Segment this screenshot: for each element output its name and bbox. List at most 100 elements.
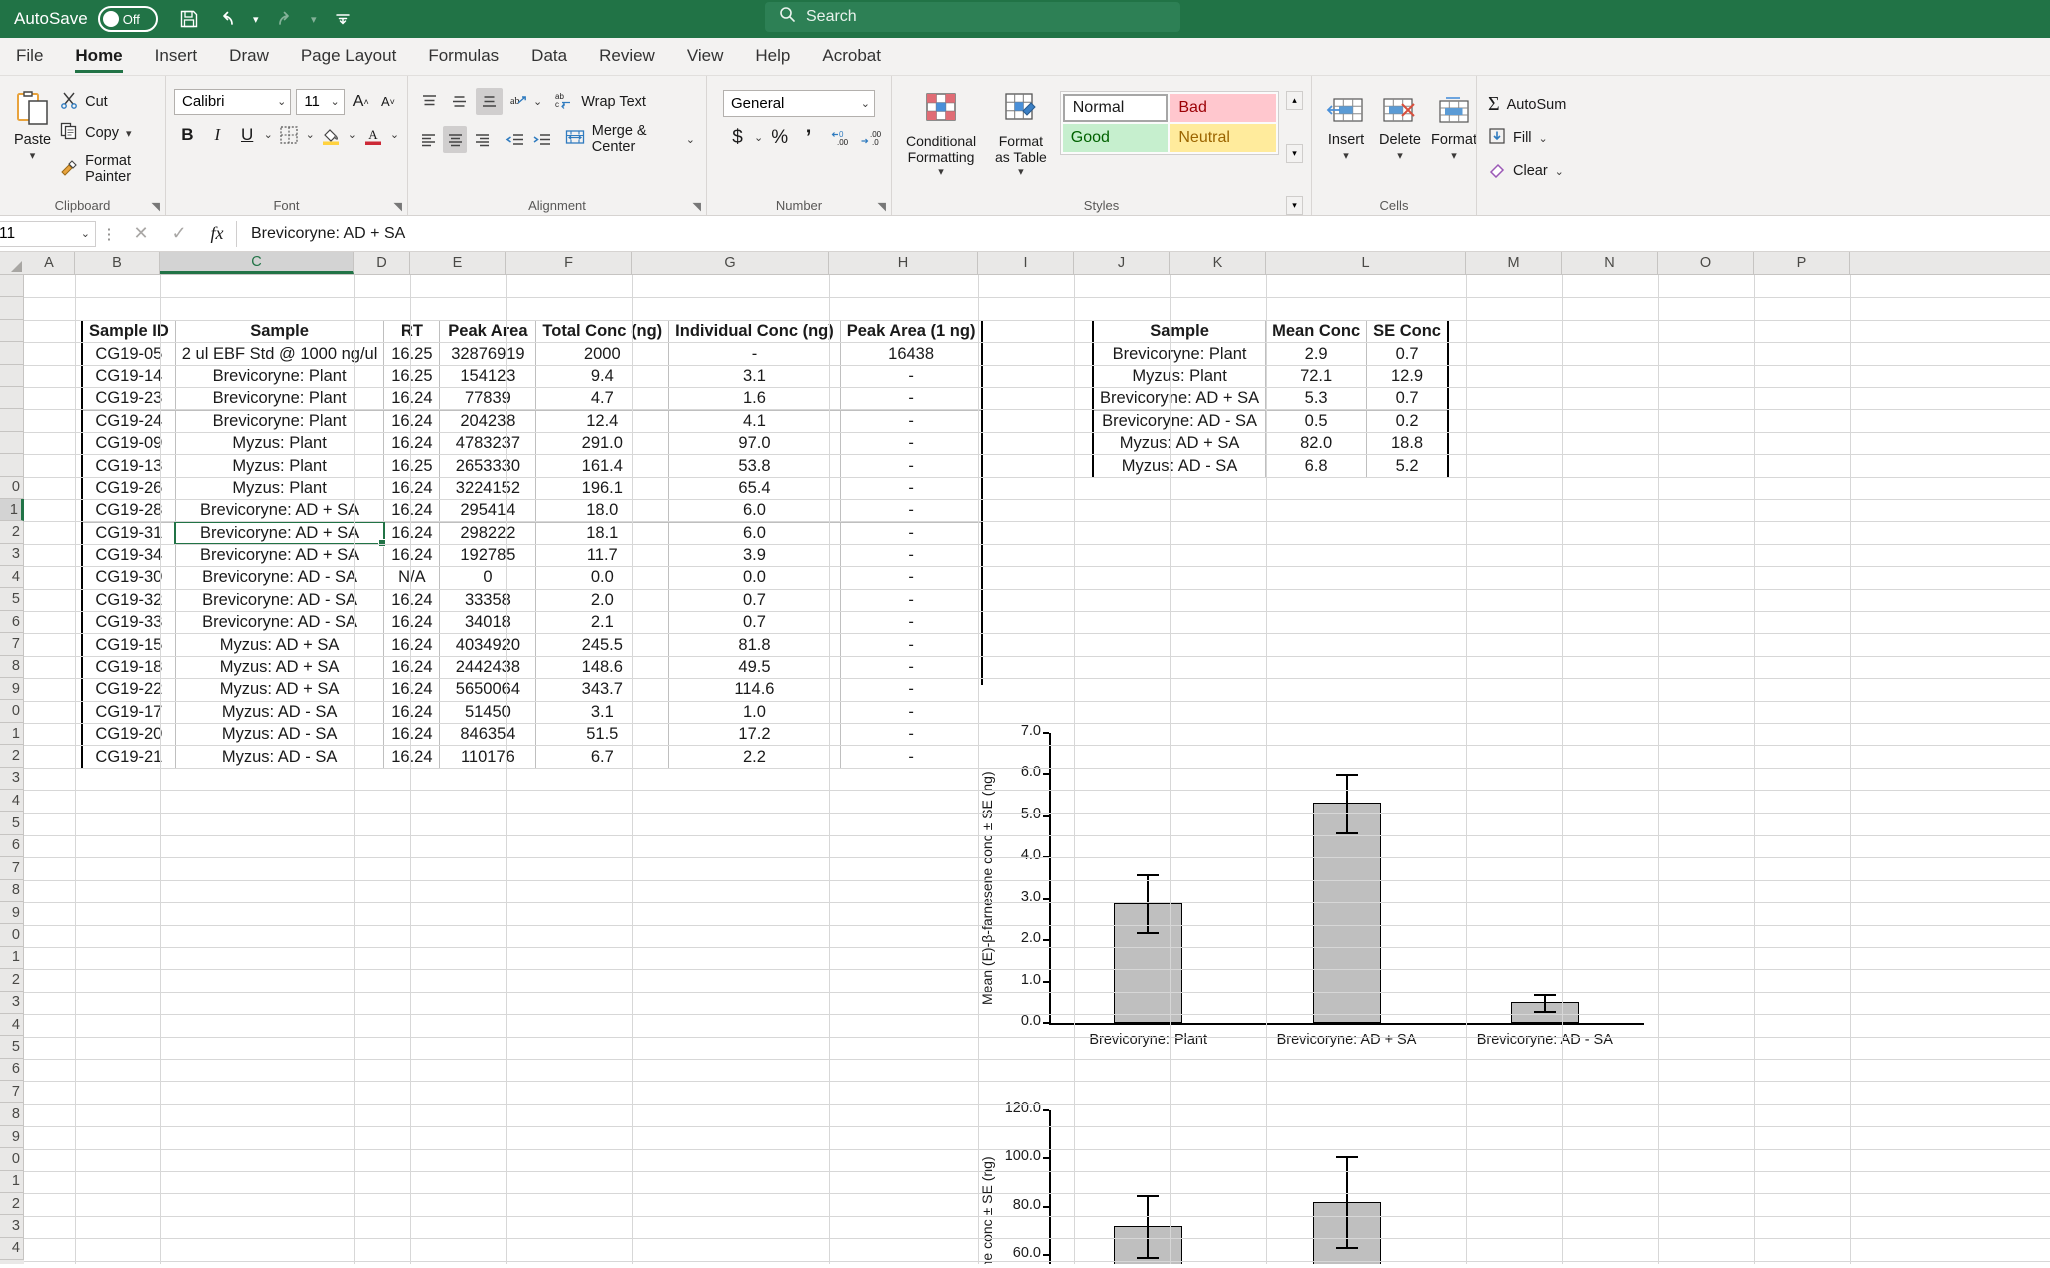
table-cell[interactable]: CG19-15	[80, 633, 176, 657]
copy-button[interactable]: Copy ▾	[57, 120, 157, 146]
table-cell[interactable]: Myzus: AD + SA	[174, 678, 385, 702]
table-row[interactable]: CG19-33 Brevicoryne: AD - SA 16.24 34018 2.1…	[80, 611, 984, 635]
table-cell[interactable]: 81.8	[668, 633, 841, 657]
comma-style-button[interactable]: ’	[796, 124, 821, 151]
table-cell[interactable]: 34018	[439, 611, 537, 635]
table-cell[interactable]: 2.2	[668, 745, 841, 769]
table-cell[interactable]: CG19-18	[80, 655, 176, 680]
row-header[interactable]	[0, 342, 24, 365]
table-cell[interactable]: 1.6	[668, 387, 841, 411]
summary-cell[interactable]: 12.9	[1366, 364, 1450, 389]
redo-dropdown-caret-icon[interactable]: ▾	[304, 0, 324, 38]
table-cell[interactable]: 110176	[439, 745, 537, 769]
summary-cell[interactable]: Myzus: AD + SA	[1092, 431, 1267, 456]
row-header[interactable]	[0, 409, 24, 432]
table-cell[interactable]: 16.24	[383, 745, 441, 769]
row-header[interactable]	[0, 431, 24, 455]
row-header[interactable]: 9	[0, 678, 24, 701]
row-header[interactable]: 1	[0, 1170, 24, 1194]
table-cell[interactable]: 196.1	[535, 476, 670, 501]
cell-style-good[interactable]: Good	[1062, 124, 1169, 152]
font-name-select[interactable]: Calibri ⌄	[174, 88, 292, 115]
table-cell[interactable]: Brevicoryne: Plant	[174, 364, 385, 389]
table-cell[interactable]: 3.1	[668, 364, 841, 389]
format-as-table-caret-icon[interactable]: ▾	[1018, 166, 1024, 179]
table-row[interactable]: CG19-20 Myzus: AD - SA 16.24 846354 51.5 17.2…	[80, 723, 984, 747]
table-cell[interactable]: 295414	[439, 499, 537, 523]
row-header[interactable]: 1	[0, 946, 24, 970]
align-middle-icon[interactable]	[446, 88, 473, 115]
number-dialog-launcher-icon[interactable]: ◥	[878, 200, 886, 213]
cell-style-bad[interactable]: Bad	[1170, 94, 1276, 122]
increase-indent-icon[interactable]	[529, 126, 553, 153]
fill-button[interactable]: Fill ⌄	[1485, 125, 1588, 151]
table-row[interactable]: CG19-05 2 ul EBF Std @ 1000 ng/ul 16.25 328…	[80, 342, 984, 366]
row-header[interactable]: 2	[0, 969, 24, 992]
table-cell[interactable]: CG19-13	[80, 454, 176, 478]
table-cell[interactable]: N/A	[383, 566, 441, 590]
table-cell[interactable]: 2.1	[535, 611, 670, 635]
table-cell[interactable]: 9.4	[535, 364, 670, 389]
table-cell[interactable]: CG19-30	[80, 566, 176, 590]
table-cell[interactable]: -	[839, 633, 984, 657]
tab-formulas[interactable]: Formulas	[412, 40, 515, 75]
table-cell[interactable]: 16.24	[383, 521, 441, 545]
alignment-dialog-launcher-icon[interactable]: ◥	[693, 200, 701, 213]
clear-caret-icon[interactable]: ⌄	[1555, 165, 1564, 178]
table-cell[interactable]: 1.0	[668, 700, 841, 725]
wrap-text-button[interactable]: ab c Wrap Text	[551, 89, 649, 115]
table-row[interactable]: CG19-31 Brevicoryne: AD + SA 16.24 298222 18…	[80, 520, 984, 548]
chart-myzus[interactable]: Mean (E)-β-farnesene conc ± SE (ng) 0.02…	[949, 1060, 2050, 1264]
table-cell[interactable]: 204238	[439, 409, 537, 433]
table-cell[interactable]: Brevicoryne: AD + SA	[174, 543, 385, 568]
table-row[interactable]: CG19-15 Myzus: AD + SA 16.24 4034920 245.5 81…	[80, 633, 984, 657]
delete-cells-button[interactable]: Delete ▾	[1374, 93, 1426, 215]
table-cell[interactable]: CG19-34	[80, 543, 176, 568]
cell-style-normal[interactable]: Normal	[1062, 94, 1169, 122]
table-cell[interactable]: 16.24	[383, 387, 441, 411]
summary-row[interactable]: Myzus: AD + SA 82.0 18.8	[1092, 431, 1450, 456]
table-cell[interactable]: 6.0	[668, 521, 841, 545]
summary-row[interactable]: Myzus: AD - SA 6.8 5.2	[1092, 454, 1450, 478]
table-cell[interactable]: Myzus: AD - SA	[174, 745, 385, 769]
table-cell[interactable]: 291.0	[535, 431, 670, 456]
table-cell[interactable]: -	[839, 409, 984, 433]
name-box-caret-icon[interactable]: ⌄	[81, 227, 90, 240]
table-cell[interactable]: CG19-09	[80, 431, 176, 456]
summary-row[interactable]: Brevicoryne: AD - SA 0.5 0.2	[1092, 409, 1450, 433]
tab-page-layout[interactable]: Page Layout	[285, 40, 412, 75]
row-header[interactable]: 9	[0, 1125, 24, 1149]
table-cell[interactable]: 16.24	[383, 476, 441, 501]
table-cell[interactable]: 3224152	[439, 476, 537, 501]
insert-cells-button[interactable]: Insert ▾	[1320, 93, 1372, 215]
table-cell[interactable]: 12.4	[535, 409, 670, 433]
summary-row[interactable]: Brevicoryne: Plant 2.9 0.7	[1092, 342, 1450, 366]
table-cell[interactable]: 18.1	[535, 521, 670, 545]
paste-button[interactable]: Paste ▾	[8, 81, 57, 215]
tab-file[interactable]: File	[0, 40, 59, 75]
row-header[interactable]: 3	[0, 1215, 24, 1238]
row-header[interactable]: 0	[0, 700, 24, 723]
table-cell[interactable]: 65.4	[668, 476, 841, 501]
tab-draw[interactable]: Draw	[213, 40, 285, 75]
table-row[interactable]: CG19-32 Brevicoryne: AD - SA 16.24 33358 2.0…	[80, 588, 984, 613]
table-cell[interactable]: -	[839, 588, 984, 613]
table-cell[interactable]: 16.25	[383, 342, 441, 366]
table-cell[interactable]: 298222	[439, 521, 537, 545]
table-row[interactable]: CG19-23 Brevicoryne: Plant 16.24 77839 4.7 1.…	[80, 387, 984, 411]
underline-button[interactable]: U	[234, 121, 261, 148]
table-cell[interactable]: 16.24	[383, 543, 441, 568]
increase-decimal-icon[interactable]: .00.0	[858, 124, 883, 151]
table-cell[interactable]: 4.7	[535, 387, 670, 411]
autosave-toggle[interactable]: Off	[97, 6, 158, 32]
table-cell[interactable]: 846354	[439, 723, 537, 747]
summary-cell[interactable]: 0.2	[1366, 409, 1450, 433]
table-cell[interactable]: -	[839, 611, 984, 635]
format-painter-button[interactable]: Format Painter	[57, 151, 157, 187]
column-header-G[interactable]: G	[632, 252, 829, 274]
table-cell[interactable]: CG19-32	[80, 588, 176, 613]
row-header[interactable]: 3	[0, 767, 24, 790]
table-cell[interactable]: CG19-26	[80, 476, 176, 501]
font-dialog-launcher-icon[interactable]: ◥	[394, 200, 402, 213]
table-cell[interactable]: 16.24	[383, 588, 441, 613]
